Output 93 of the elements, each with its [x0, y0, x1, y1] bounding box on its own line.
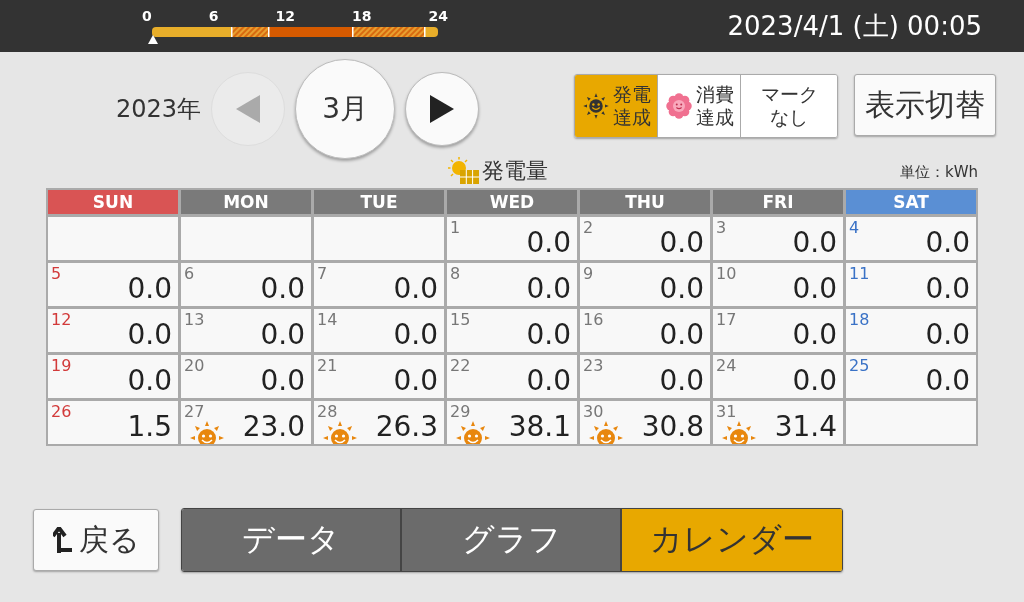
day-number: 29	[450, 403, 471, 421]
mark-filter-button[interactable]: マーク なし	[741, 75, 837, 137]
day-number: 6	[184, 265, 195, 283]
day-number: 2	[583, 219, 594, 237]
weekday-header: FRI	[713, 190, 843, 214]
energy-value: 0.0	[659, 364, 705, 398]
mark-filter-button[interactable]: 発電 達成	[575, 75, 658, 137]
energy-value: 0.0	[526, 364, 572, 398]
energy-value: 0.0	[925, 364, 971, 398]
sun-panel-icon	[448, 157, 480, 185]
weekday-header: WED	[447, 190, 577, 214]
left-triangle-icon	[236, 95, 261, 123]
day-number: 13	[184, 311, 205, 329]
day-number: 31	[716, 403, 737, 421]
date-time: 2023/4/1 (土) 00:05	[727, 10, 982, 42]
unit-label: 単位：kWh	[899, 163, 978, 183]
weekday-header: MON	[181, 190, 311, 214]
time-tick-label: 6	[208, 8, 219, 24]
day-number: 9	[583, 265, 594, 283]
view-tab[interactable]: データ	[182, 509, 402, 571]
energy-value: 0.0	[260, 272, 306, 306]
energy-value: 38.1	[508, 410, 572, 444]
mark-filter-button[interactable]: 消費 達成	[658, 75, 741, 137]
day-number: 28	[317, 403, 338, 421]
day-number: 4	[849, 219, 860, 237]
energy-value: 0.0	[260, 364, 306, 398]
calendar-title: 発電量	[482, 157, 548, 185]
energy-value: 0.0	[792, 226, 838, 260]
day-number: 22	[450, 357, 471, 375]
energy-value: 0.0	[659, 272, 705, 306]
energy-value: 0.0	[393, 318, 439, 352]
day-number: 23	[583, 357, 604, 375]
energy-value: 0.0	[925, 318, 971, 352]
day-number: 16	[583, 311, 604, 329]
day-number: 19	[51, 357, 72, 375]
energy-value: 0.0	[393, 364, 439, 398]
energy-value: 26.3	[375, 410, 439, 444]
day-number: 27	[184, 403, 205, 421]
day-number: 17	[716, 311, 737, 329]
energy-value: 0.0	[526, 318, 572, 352]
day-number: 15	[450, 311, 471, 329]
energy-value: 0.0	[792, 272, 838, 306]
day-number: 11	[849, 265, 870, 283]
month-button[interactable]: 3月	[295, 59, 396, 159]
energy-value: 0.0	[659, 318, 705, 352]
energy-value: 0.0	[526, 272, 572, 306]
day-number: 21	[317, 357, 338, 375]
display-toggle-button[interactable]: 表示切替	[854, 74, 996, 136]
view-tab[interactable]: カレンダー	[622, 509, 842, 571]
energy-value: 0.0	[393, 272, 439, 306]
energy-value: 0.0	[260, 318, 306, 352]
next-month-button[interactable]	[405, 72, 480, 146]
year-label: 2023年	[116, 94, 202, 125]
energy-value: 31.4	[774, 410, 838, 444]
time-tick-label: 0	[142, 8, 152, 24]
day-number: 18	[849, 311, 870, 329]
day-number: 14	[317, 311, 338, 329]
flower-icon	[664, 91, 694, 121]
weekday-header: THU	[580, 190, 710, 214]
day-number: 5	[51, 265, 62, 283]
energy-value: 0.0	[792, 364, 838, 398]
energy-value: 0.0	[127, 364, 173, 398]
day-number: 7	[317, 265, 328, 283]
energy-value: 0.0	[925, 226, 971, 260]
day-number: 10	[716, 265, 737, 283]
day-number: 20	[184, 357, 205, 375]
energy-value: 1.5	[127, 410, 173, 444]
view-tab[interactable]: グラフ	[402, 509, 622, 571]
day-number: 24	[716, 357, 737, 375]
energy-value: 0.0	[127, 318, 173, 352]
day-number: 1	[450, 219, 461, 237]
weekday-header: TUE	[314, 190, 444, 214]
right-triangle-icon	[430, 95, 455, 123]
energy-value: 23.0	[242, 410, 306, 444]
time-tick-label: 12	[275, 8, 295, 24]
day-number: 25	[849, 357, 870, 375]
day-number: 26	[51, 403, 72, 421]
day-number: 12	[51, 311, 72, 329]
energy-value: 0.0	[925, 272, 971, 306]
day-number: 30	[583, 403, 604, 421]
energy-value: 0.0	[127, 272, 173, 306]
energy-value: 0.0	[659, 226, 705, 260]
return-arrow-icon	[52, 527, 73, 553]
energy-value: 0.0	[792, 318, 838, 352]
back-button[interactable]: 戻る	[33, 509, 159, 571]
energy-value: 0.0	[526, 226, 572, 260]
time-tick-label: 24	[428, 8, 448, 24]
day-number: 8	[450, 265, 461, 283]
day-number: 3	[716, 219, 727, 237]
weekday-header: SUN	[48, 190, 178, 214]
weekday-header: SAT	[846, 190, 976, 214]
energy-value: 30.8	[641, 410, 705, 444]
time-tick-label: 18	[352, 8, 372, 24]
